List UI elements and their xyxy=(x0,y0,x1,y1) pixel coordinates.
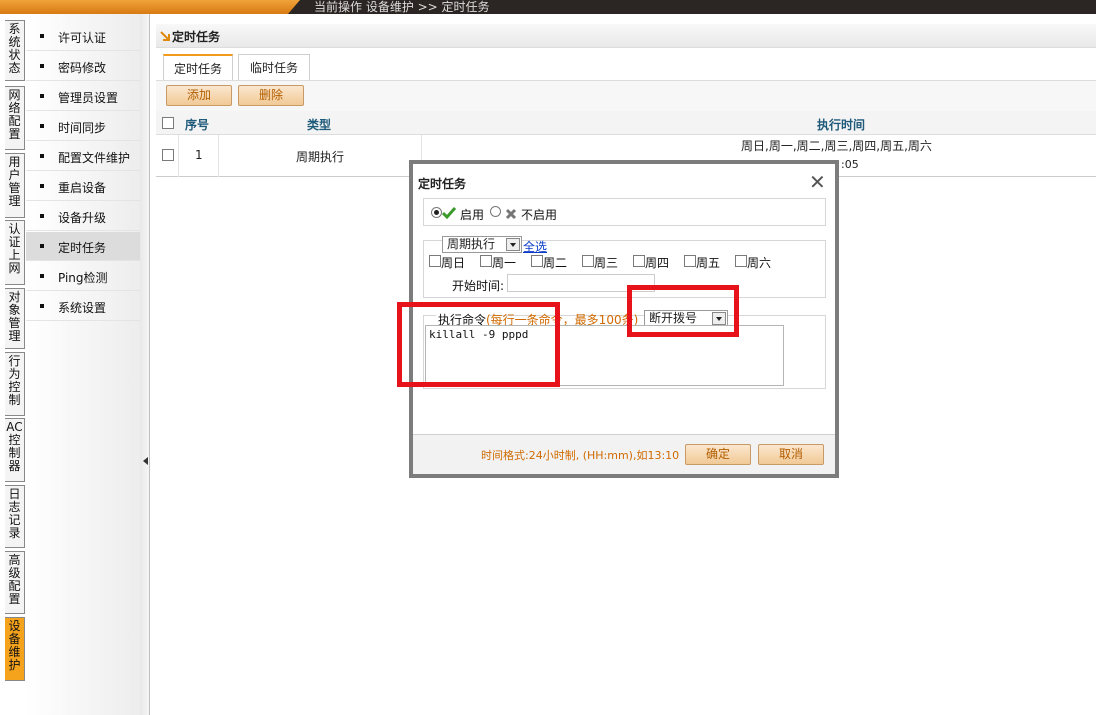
enable-label: 启用 xyxy=(460,208,485,222)
menu-item-reboot[interactable]: 重启设备 xyxy=(26,172,140,201)
bullet-icon xyxy=(40,154,44,158)
cancel-button[interactable]: 取消 xyxy=(758,444,824,465)
column-index: 序号 xyxy=(185,118,210,132)
sidebar-splitter[interactable] xyxy=(140,14,150,715)
schedule-group: 周期执行 全选 周日 周一 周二 周三 周四 周五 周六 开始时间: xyxy=(423,236,826,298)
bullet-icon xyxy=(40,124,44,128)
vtab-network-config[interactable]: 网络配置 xyxy=(5,86,25,150)
day-label-mon: 周一 xyxy=(492,256,517,270)
menu-item-system-settings[interactable]: 系统设置 xyxy=(26,292,140,321)
menu-item-upgrade[interactable]: 设备升级 xyxy=(26,202,140,231)
column-exec-time: 执行时间 xyxy=(817,118,866,132)
start-time-label: 开始时间: xyxy=(452,279,505,293)
check-icon xyxy=(442,207,456,219)
vtab-ac-controller[interactable]: AC控制器 xyxy=(5,418,25,482)
panel-title: 定时任务 xyxy=(172,30,221,44)
vertical-nav: 系统状态 网络配置 用户管理 认证上网 对象管理 行为控制 AC控制器 日志记录… xyxy=(0,14,26,715)
vtab-system-status[interactable]: 系统状态 xyxy=(5,20,25,81)
vtab-object-management[interactable]: 对象管理 xyxy=(5,288,25,349)
day-label-sun: 周日 xyxy=(441,256,466,270)
day-checkbox-wed[interactable] xyxy=(582,255,594,267)
enable-group: 启用 不启用 xyxy=(423,198,826,226)
ok-button[interactable]: 确定 xyxy=(685,444,751,465)
day-label-fri: 周五 xyxy=(696,256,721,270)
panel-header: 定时任务 xyxy=(156,24,1096,48)
bullet-icon xyxy=(40,244,44,248)
dialog-title-bar: 定时任务 ✕ xyxy=(413,164,835,198)
cell-divider xyxy=(178,135,179,177)
side-menu: 许可认证 密码修改 管理员设置 时间同步 配置文件维护 重启设备 设备升级 定时… xyxy=(26,14,140,715)
day-checkbox-thu[interactable] xyxy=(633,255,645,267)
menu-item-ping[interactable]: Ping检测 xyxy=(26,262,140,291)
brand-logo xyxy=(0,0,300,14)
row-exec-time: :05 xyxy=(841,158,859,171)
cross-icon xyxy=(505,208,517,220)
column-type: 类型 xyxy=(307,118,332,132)
menu-item-time-sync[interactable]: 时间同步 xyxy=(26,112,140,141)
dialog-footer: 时间格式:24小时制, (HH:mm),如13:10 确定 取消 xyxy=(413,434,835,474)
bullet-icon xyxy=(40,184,44,188)
select-all-link[interactable]: 全选 xyxy=(523,238,547,255)
bullet-icon xyxy=(40,94,44,98)
bullet-icon xyxy=(40,34,44,38)
select-all-checkbox[interactable] xyxy=(162,117,174,129)
arrow-down-right-icon xyxy=(160,31,170,41)
disable-label: 不启用 xyxy=(521,208,558,222)
top-header-bar: 当前操作 设备维护 >> 定时任务 xyxy=(0,0,1096,14)
menu-item-admin[interactable]: 管理员设置 xyxy=(26,82,140,111)
tab-temporary-task[interactable]: 临时任务 xyxy=(238,54,310,81)
add-button[interactable]: 添加 xyxy=(166,85,232,106)
row-index: 1 xyxy=(195,148,203,162)
row-exec-days: 周日,周一,周二,周三,周四,周五,周六 xyxy=(741,139,932,153)
bullet-icon xyxy=(40,64,44,68)
disable-radio[interactable] xyxy=(490,206,501,217)
tab-scheduled-task[interactable]: 定时任务 xyxy=(163,54,233,81)
day-label-thu: 周四 xyxy=(645,256,670,270)
day-label-tue: 周二 xyxy=(543,256,568,270)
day-checkbox-tue[interactable] xyxy=(531,255,543,267)
menu-item-license[interactable]: 许可认证 xyxy=(26,22,140,51)
menu-item-scheduled-task[interactable]: 定时任务 xyxy=(26,232,140,261)
day-label-sat: 周六 xyxy=(747,256,772,270)
annotation-highlight-command-text xyxy=(397,302,560,387)
vtab-log-records[interactable]: 日志记录 xyxy=(5,485,25,548)
day-label-wed: 周三 xyxy=(594,256,619,270)
menu-item-password[interactable]: 密码修改 xyxy=(26,52,140,81)
bullet-icon xyxy=(40,304,44,308)
day-checkbox-fri[interactable] xyxy=(684,255,696,267)
table-header: 序号 类型 执行时间 xyxy=(156,111,1096,135)
bullet-icon xyxy=(40,274,44,278)
vtab-behavior-control[interactable]: 行为控制 xyxy=(5,352,25,416)
mode-select[interactable]: 周期执行 xyxy=(442,236,522,253)
close-icon[interactable]: ✕ xyxy=(809,170,826,194)
bullet-icon xyxy=(40,214,44,218)
delete-button[interactable]: 删除 xyxy=(238,85,304,106)
dialog-title: 定时任务 xyxy=(418,177,467,191)
chevron-down-icon xyxy=(506,238,520,251)
annotation-highlight-command-select xyxy=(627,285,739,337)
toolbar: 添加 删除 xyxy=(156,81,1096,111)
day-checkbox-sat[interactable] xyxy=(735,255,747,267)
vtab-advanced-config[interactable]: 高级配置 xyxy=(5,551,25,614)
time-format-hint: 时间格式:24小时制, (HH:mm),如13:10 xyxy=(481,449,680,462)
row-type: 周期执行 xyxy=(296,150,345,164)
vtab-device-maintenance[interactable]: 设备维护 xyxy=(5,617,25,681)
enable-radio[interactable] xyxy=(431,207,442,218)
vtab-auth-internet[interactable]: 认证上网 xyxy=(5,220,25,285)
cell-divider xyxy=(218,135,219,177)
row-checkbox[interactable] xyxy=(162,149,174,161)
vtab-user-management[interactable]: 用户管理 xyxy=(5,153,25,218)
breadcrumb: 当前操作 设备维护 >> 定时任务 xyxy=(314,0,490,14)
day-checkbox-mon[interactable] xyxy=(480,255,492,267)
collapse-arrow-icon[interactable] xyxy=(143,457,148,465)
day-checkbox-sun[interactable] xyxy=(429,255,441,267)
menu-item-config-file[interactable]: 配置文件维护 xyxy=(26,142,140,171)
